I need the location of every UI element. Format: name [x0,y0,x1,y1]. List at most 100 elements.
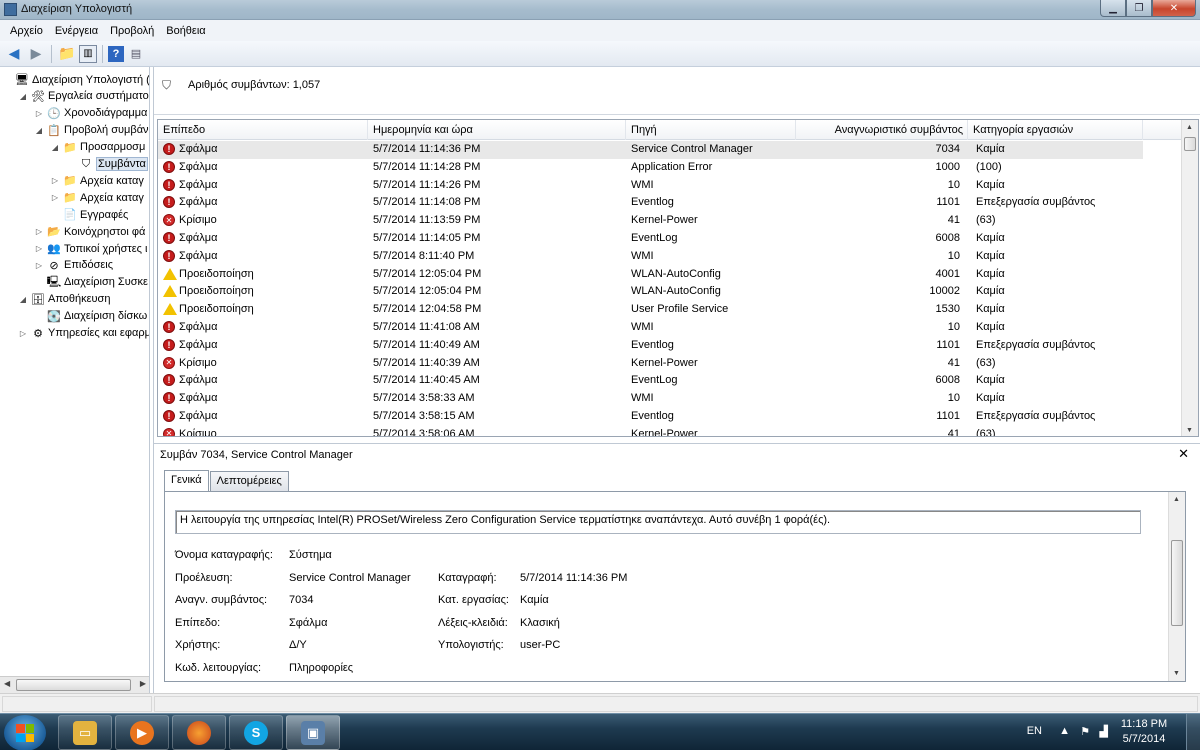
tree-item[interactable]: ▷ 📁 Αρχεία καταγ [50,189,144,206]
tree-item[interactable]: ▷ ⚙ Υπηρεσίες και εφαρμ [18,325,149,342]
cell-date-time: 5/7/2014 12:05:04 PM [373,285,482,298]
table-row[interactable]: ! Σφάλμα 5/7/2014 3:58:33 AM WMI 10 Καμία [158,390,1143,408]
back-arrow-icon[interactable]: ◀ [4,44,24,64]
table-row[interactable]: ! Σφάλμα 5/7/2014 11:40:49 AM Eventlog 1101 Ε… [158,337,1143,355]
cell-task-category: (63) [976,427,996,437]
scroll-thumb[interactable] [1184,137,1196,151]
show-desktop-button[interactable] [1186,714,1200,750]
task-category-label: Κατ. εργασίας: [438,594,509,606]
expand-toggle-icon[interactable]: ▷ [34,227,44,236]
tree-item[interactable]: ◢ 🗄 Αποθήκευση [18,291,111,308]
tree-item[interactable]: ▷ 👥 Τοπικοί χρήστες ι [34,240,148,257]
tree-item[interactable]: ◢ 📁 Προσαρμοσμ [50,139,145,156]
expand-toggle-icon[interactable]: ▷ [34,244,44,253]
tree-item[interactable]: 💽 Διαχείριση δίσκω [34,308,147,325]
tree-item[interactable]: 🖳 Διαχείριση Συσκε [34,274,148,291]
column-event-id[interactable]: Αναγνωριστικό συμβάντος [796,120,968,140]
table-row[interactable]: ! Σφάλμα 5/7/2014 11:14:36 PM Service Contr… [158,141,1143,159]
expand-toggle-icon[interactable]: ▷ [34,109,44,118]
tree-item[interactable]: ▷ 🕒 Χρονοδιάγραμμα [34,105,148,122]
column-task-category[interactable]: Κατηγορία εργασιών [968,120,1143,140]
window-title: Διαχείριση Υπολογιστή [21,3,133,15]
table-row[interactable]: ! Σφάλμα 5/7/2014 8:11:40 PM WMI 10 Καμία [158,248,1143,266]
expand-toggle-icon[interactable]: ▷ [50,176,60,185]
table-row[interactable]: ✕ Κρίσιμο 5/7/2014 3:58:06 AM Kernel-Power 4… [158,426,1143,437]
menu-help[interactable]: Βοήθεια [160,25,211,37]
tree-horizontal-scrollbar[interactable]: ◀ ▶ [0,676,149,693]
close-button[interactable]: ✕ [1152,0,1196,17]
taskbar-computer-management[interactable]: ▣ [286,715,340,750]
event-message[interactable]: Η λειτουργία της υπηρεσίας Intel(R) PROS… [175,510,1141,534]
grid-vertical-scrollbar[interactable]: ▲ ▼ [1181,120,1198,436]
scroll-right-icon[interactable]: ▶ [140,679,146,688]
tree-item[interactable]: 📄 Εγγραφές [50,206,128,223]
taskbar-skype[interactable]: S [229,715,283,750]
subscriptions-icon: 📄 [63,209,77,222]
table-row[interactable]: ✕ Κρίσιμο 5/7/2014 11:13:59 PM Kernel-Power… [158,212,1143,230]
menu-action[interactable]: Ενέργεια [49,25,104,37]
language-indicator[interactable]: EN [1027,725,1042,737]
expand-toggle-icon[interactable]: ▷ [34,261,44,270]
close-details-icon[interactable]: ✕ [1178,446,1189,462]
expand-toggle-icon[interactable]: ◢ [18,92,28,101]
tree-item-label: Διαχείριση δίσκω [64,310,148,323]
table-row[interactable]: ✕ Κρίσιμο 5/7/2014 11:40:39 AM Kernel-Power… [158,355,1143,373]
column-source[interactable]: Πηγή [626,120,796,140]
menu-view[interactable]: Προβολή [104,25,160,37]
table-row[interactable]: ! Σφάλμα 5/7/2014 11:14:05 PM EventLog 6008 Κ… [158,230,1143,248]
column-date-time[interactable]: Ημερομηνία και ώρα [368,120,626,140]
tree-item[interactable]: ◢ 🛠 Εργαλεία συστήματο [18,88,149,105]
table-row[interactable]: ! Προειδοποίηση 5/7/2014 12:05:04 PM WLAN-A… [158,283,1143,301]
show-hide-tree-icon[interactable]: ▥ [79,44,97,63]
scroll-up-icon[interactable]: ▲ [1173,496,1180,503]
table-row[interactable]: ! Προειδοποίηση 5/7/2014 12:04:58 PM User P… [158,301,1143,319]
tree-item[interactable]: ◢ 📋 Προβολή συμβάν [34,122,149,139]
menu-file[interactable]: Αρχείο [4,25,49,37]
minimize-button[interactable]: ▁ [1100,0,1126,17]
table-row[interactable]: ! Σφάλμα 5/7/2014 11:40:45 AM EventLog 6008 Κ… [158,372,1143,390]
tree-item[interactable]: ▷ 📁 Αρχεία καταγ [50,172,144,189]
scroll-thumb[interactable] [1171,540,1183,626]
tree-item[interactable]: 🖥 Διαχείριση Υπολογιστή ( [2,71,149,88]
show-hidden-icons-icon[interactable]: ▲ [1059,725,1070,737]
expand-toggle-icon[interactable]: ▷ [18,329,28,338]
table-row[interactable]: ! Σφάλμα 5/7/2014 11:41:08 AM WMI 10 Καμία [158,319,1143,337]
maximize-button[interactable]: ❐ [1126,0,1152,17]
expand-toggle-icon[interactable]: ◢ [34,126,44,135]
tree-item[interactable]: ⛉ Συμβάντα [66,156,148,173]
expand-toggle-icon[interactable]: ◢ [18,295,28,304]
filter-icon: ⛉ [81,157,91,170]
clock[interactable]: 11:18 PM 5/7/2014 [1114,717,1174,747]
table-row[interactable]: ! Σφάλμα 5/7/2014 11:14:08 PM Eventlog 1101 Ε… [158,194,1143,212]
table-row[interactable]: ! Σφάλμα 5/7/2014 11:14:28 PM Application E… [158,159,1143,177]
details-vertical-scrollbar[interactable]: ▲ ▼ [1168,492,1185,681]
start-button[interactable] [4,715,46,750]
tree-item[interactable]: ▷ ⊘ Επιδόσεις [34,257,113,274]
scroll-down-icon[interactable]: ▼ [1186,427,1193,434]
taskbar-explorer[interactable]: ▭ [58,715,112,750]
forward-arrow-icon[interactable]: ▶ [26,44,46,64]
scroll-down-icon[interactable]: ▼ [1173,670,1180,677]
scroll-left-icon[interactable]: ◀ [4,679,10,688]
event-id-label: Αναγν. συμβάντος: [175,594,268,606]
network-icon[interactable]: ▟ [1100,725,1108,738]
cell-date-time: 5/7/2014 11:14:26 PM [373,178,481,191]
action-pane-icon[interactable]: ▤ [126,44,146,64]
column-level[interactable]: Επίπεδο [158,120,368,140]
up-folder-icon[interactable]: 📁 [57,44,77,64]
help-icon[interactable]: ? [108,45,124,62]
expand-toggle-icon[interactable]: ▷ [50,193,60,202]
expand-toggle-icon[interactable]: ◢ [50,143,60,152]
tab-details[interactable]: Λεπτομέρειες [209,471,289,491]
taskbar-firefox[interactable] [172,715,226,750]
tab-general[interactable]: Γενικά [164,470,209,491]
scroll-up-icon[interactable]: ▲ [1186,124,1193,131]
taskbar-media-player[interactable]: ▶ [115,715,169,750]
table-row[interactable]: ! Σφάλμα 5/7/2014 11:14:26 PM WMI 10 Καμία [158,177,1143,195]
scroll-thumb[interactable] [16,679,131,691]
tree-item-label: Αρχεία καταγ [80,174,144,187]
table-row[interactable]: ! Προειδοποίηση 5/7/2014 12:05:04 PM WLAN-A… [158,266,1143,284]
table-row[interactable]: ! Σφάλμα 5/7/2014 3:58:15 AM Eventlog 1101 Επ… [158,408,1143,426]
action-center-flag-icon[interactable]: ⚑ [1080,725,1090,738]
tree-item[interactable]: ▷ 📂 Κοινόχρηστοι φά [34,223,145,240]
